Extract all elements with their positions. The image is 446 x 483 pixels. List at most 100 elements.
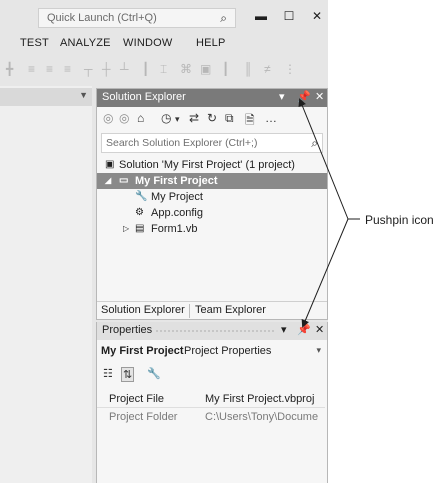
align-tops-icon[interactable]: ≡	[64, 62, 71, 76]
quick-launch-box[interactable]: Quick Launch (Ctrl+Q) ⌕	[38, 8, 236, 28]
align-bottoms-icon[interactable]: ┼	[102, 62, 111, 76]
sync-icon[interactable]: ⇄	[189, 111, 199, 125]
make-same-size-icon[interactable]: ⌘	[180, 62, 192, 76]
window-position-dropdown-icon[interactable]: ▾	[281, 323, 287, 336]
tree-item-label: My First Project	[135, 175, 218, 187]
property-row[interactable]: Project File My First Project.vbproj	[97, 390, 325, 408]
solution-icon: ▣	[105, 159, 115, 170]
make-same-width-icon[interactable]: ┴	[120, 62, 129, 76]
object-name: My First Project	[101, 345, 184, 357]
solution-explorer-title: Solution Explorer	[102, 91, 186, 103]
back-icon[interactable]: ◎	[103, 111, 113, 125]
minimize-button[interactable]: ▬	[250, 6, 272, 26]
title-bar: Quick Launch (Ctrl+Q) ⌕ ▬ ☐ ✕	[0, 0, 328, 34]
editor-tab-strip: ▼	[0, 88, 92, 106]
property-name: Project File	[109, 393, 165, 405]
maximize-icon: ☐	[283, 9, 295, 23]
chevron-down-icon[interactable]: ▾	[316, 345, 321, 356]
properties-panel: Properties ▾ 📌 ✕ My First Project Projec…	[96, 322, 328, 483]
tree-item-solution[interactable]: ▣ Solution 'My First Project' (1 project…	[97, 157, 327, 173]
tree-item-form1[interactable]: ▷ ▤ Form1.vb	[97, 221, 327, 237]
horizontal-spacing-icon[interactable]: ▣	[200, 62, 211, 76]
pushpin-icon[interactable]: 📌	[297, 323, 311, 336]
menu-item-analyze[interactable]: ANALYZE	[60, 37, 111, 49]
close-button[interactable]: ✕	[306, 6, 328, 26]
solution-explorer-panel: Solution Explorer ▾ 📌 ✕ ◎ ◎ ⌂ ◷ ▾ ⇄ ↻ ⧉ …	[96, 88, 328, 320]
tab-team-explorer[interactable]: Team Explorer	[195, 304, 266, 316]
tree-item-my-project[interactable]: 🔧 My Project	[97, 189, 327, 205]
properties-header: Properties ▾ 📌 ✕	[97, 322, 327, 340]
align-centers-icon[interactable]: ≡	[28, 62, 35, 76]
property-value: C:\Users\Tony\Docume	[205, 411, 319, 423]
home-icon[interactable]: ⌂	[137, 111, 144, 125]
maximize-button[interactable]: ☐	[278, 6, 300, 26]
window-position-dropdown-icon[interactable]: ▾	[279, 90, 285, 103]
tree-item-label: Form1.vb	[151, 223, 198, 235]
menu-item-test[interactable]: TEST	[20, 37, 49, 49]
solution-explorer-tabs: Solution Explorer Team Explorer	[97, 301, 327, 319]
pending-changes-filter-icon[interactable]: ◷	[161, 111, 171, 125]
properties-title: Properties	[102, 324, 153, 336]
tab-solution-explorer[interactable]: Solution Explorer	[101, 304, 185, 316]
solution-tree: ▣ Solution 'My First Project' (1 project…	[97, 157, 327, 237]
menu-item-help[interactable]: HELP	[196, 37, 226, 49]
toolbar-overflow-icon[interactable]: ⋮	[284, 62, 296, 76]
expanded-triangle-icon[interactable]: ◢	[105, 173, 111, 189]
close-icon: ✕	[311, 9, 323, 23]
editor-area	[0, 86, 92, 483]
visual-studio-window: Quick Launch (Ctrl+Q) ⌕ ▬ ☐ ✕ TEST ANALY…	[0, 0, 328, 483]
property-value: My First Project.vbproj	[205, 393, 315, 405]
property-pages-wrench-icon[interactable]: 🔧	[147, 367, 161, 380]
search-placeholder: Search Solution Explorer (Ctrl+;)	[106, 137, 258, 149]
properties-icon[interactable]: …	[265, 111, 277, 125]
decrease-spacing-icon[interactable]: ≠	[264, 62, 271, 76]
solution-explorer-toolbar: ◎ ◎ ⌂ ◷ ▾ ⇄ ↻ ⧉ 🗎 …	[97, 107, 327, 131]
close-icon[interactable]: ✕	[315, 90, 324, 103]
property-name: Project Folder	[109, 411, 178, 423]
align-rights-icon[interactable]: ≡	[46, 62, 53, 76]
chevron-down-icon[interactable]: ▼	[79, 90, 88, 100]
tree-item-label: App.config	[151, 207, 203, 219]
forward-icon[interactable]: ◎	[119, 111, 129, 125]
search-icon[interactable]: ⌕	[311, 136, 318, 151]
show-all-files-icon[interactable]: 🗎	[245, 111, 255, 132]
alphabetical-icon[interactable]: ⇅	[121, 367, 135, 382]
project-icon: ▭	[119, 175, 129, 186]
config-file-icon: ⚙	[135, 207, 144, 218]
collapse-all-icon[interactable]: ⧉	[225, 111, 234, 126]
properties-toolbar: ☷ ⇅ 🔧	[97, 364, 327, 386]
solution-explorer-search-input[interactable]: Search Solution Explorer (Ctrl+;) ⌕	[101, 133, 323, 153]
vertical-spacing-icon[interactable]: ║	[244, 62, 253, 76]
categorized-icon[interactable]: ☷	[103, 367, 113, 380]
tree-item-label: Solution 'My First Project' (1 project)	[119, 159, 295, 171]
align-lefts-icon[interactable]: ╋	[6, 62, 13, 76]
close-icon[interactable]: ✕	[315, 323, 324, 336]
tree-item-label: My Project	[151, 191, 203, 203]
minimize-icon: ▬	[255, 9, 267, 23]
tree-item-app-config[interactable]: ⚙ App.config	[97, 205, 327, 221]
drag-grip[interactable]	[155, 329, 275, 333]
object-type: Project Properties	[184, 345, 272, 357]
pushpin-icon[interactable]: 📌	[297, 90, 311, 103]
pushpin-callout-label: Pushpin icon	[365, 213, 434, 227]
menu-item-window[interactable]: WINDOW	[123, 37, 172, 49]
filter-dropdown-icon[interactable]: ▾	[175, 114, 180, 125]
search-icon[interactable]: ⌕	[220, 11, 227, 26]
solution-explorer-header: Solution Explorer ▾ 📌 ✕	[97, 89, 327, 107]
property-row[interactable]: Project Folder C:\Users\Tony\Docume	[97, 408, 325, 426]
align-middles-icon[interactable]: ┬	[84, 62, 93, 76]
layout-toolbar: ╋ ≡ ≡ ≡ ┬ ┼ ┴ ┃ ⌶ ⌘ ▣ ┃ ║ ≠ ⋮	[0, 56, 328, 82]
quick-launch-placeholder: Quick Launch (Ctrl+Q)	[47, 12, 157, 24]
collapsed-triangle-icon[interactable]: ▷	[123, 221, 129, 237]
refresh-icon[interactable]: ↻	[207, 111, 217, 125]
increase-spacing-icon[interactable]: ┃	[222, 62, 229, 76]
tree-item-project[interactable]: ◢ ▭ My First Project	[97, 173, 327, 189]
size-to-grid-icon[interactable]: ⌶	[160, 62, 167, 77]
property-grid: Project File My First Project.vbproj Pro…	[97, 390, 325, 426]
object-selector[interactable]: My First Project Project Properties ▾	[97, 342, 327, 362]
make-same-height-icon[interactable]: ┃	[142, 62, 149, 76]
wrench-icon: 🔧	[135, 191, 148, 202]
menu-bar: TEST ANALYZE WINDOW HELP	[0, 34, 328, 54]
tab-divider	[189, 304, 190, 318]
form-icon: ▤	[135, 223, 145, 234]
